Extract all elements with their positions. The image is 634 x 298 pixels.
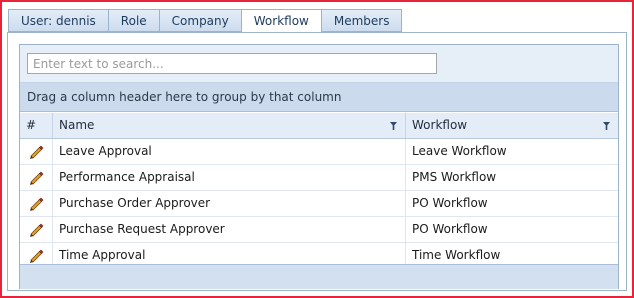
column-header-name[interactable]: Name <box>53 113 406 138</box>
grid-rows: Leave Approval Leave Workflow Performanc… <box>20 139 618 269</box>
filter-icon[interactable] <box>603 122 610 130</box>
tab-user[interactable]: User: dennis <box>8 9 108 32</box>
tab-company[interactable]: Company <box>158 9 241 32</box>
row-action-cell <box>20 191 53 216</box>
filter-icon[interactable] <box>390 122 397 130</box>
row-name-cell: Purchase Request Approver <box>53 217 406 242</box>
search-input[interactable] <box>27 53 437 74</box>
pencil-edit-icon[interactable] <box>28 195 44 211</box>
tab-members[interactable]: Members <box>320 9 403 32</box>
row-name-cell: Performance Appraisal <box>53 165 406 190</box>
row-action-cell <box>20 217 53 242</box>
column-header-workflow[interactable]: Workflow <box>406 113 618 138</box>
row-name-cell: Purchase Order Approver <box>53 191 406 216</box>
row-workflow-cell: PO Workflow <box>412 222 488 236</box>
column-header-number[interactable]: # <box>20 113 53 138</box>
column-header-name-label: Name <box>59 118 95 132</box>
row-workflow-cell: Leave Workflow <box>412 144 507 158</box>
grid-footer <box>20 264 618 289</box>
row-workflow-cell: PMS Workflow <box>412 170 497 184</box>
search-panel <box>20 45 618 83</box>
row-action-cell <box>20 165 53 190</box>
group-by-panel[interactable]: Drag a column header here to group by th… <box>20 83 618 112</box>
pencil-edit-icon[interactable] <box>28 169 44 185</box>
row-workflow-cell: PO Workflow <box>412 196 488 210</box>
table-row[interactable]: Performance Appraisal PMS Workflow <box>20 165 618 191</box>
table-row[interactable]: Purchase Order Approver PO Workflow <box>20 191 618 217</box>
tab-strip: User: dennis Role Company Workflow Membe… <box>8 9 403 33</box>
table-row[interactable]: Purchase Request Approver PO Workflow <box>20 217 618 243</box>
column-header-workflow-label: Workflow <box>412 118 468 132</box>
table-row[interactable]: Leave Approval Leave Workflow <box>20 139 618 165</box>
grid-header-row: # Name Workflow <box>20 113 618 139</box>
pencil-edit-icon[interactable] <box>28 221 44 237</box>
tab-workflow[interactable]: Workflow <box>240 9 321 33</box>
pencil-edit-icon[interactable] <box>28 143 44 159</box>
pencil-edit-icon[interactable] <box>28 247 44 263</box>
row-action-cell <box>20 139 53 164</box>
row-name-cell: Leave Approval <box>53 139 406 164</box>
workflow-grid: Drag a column header here to group by th… <box>19 44 619 289</box>
tab-role[interactable]: Role <box>107 9 159 32</box>
